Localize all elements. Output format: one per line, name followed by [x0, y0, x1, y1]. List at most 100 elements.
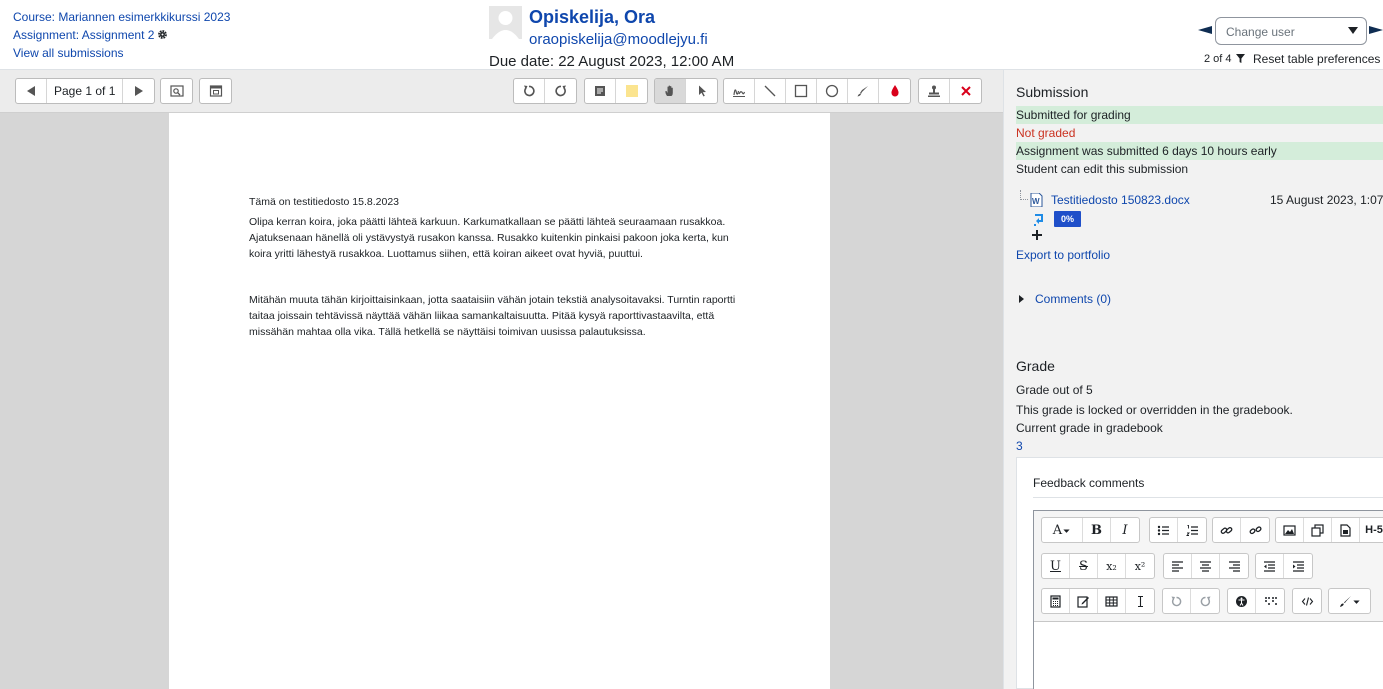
image-icon — [1283, 524, 1296, 536]
align-center-button[interactable] — [1192, 554, 1220, 578]
comment-button[interactable] — [585, 79, 616, 103]
search-comments-icon — [169, 85, 184, 97]
calculator-icon — [1050, 594, 1061, 608]
italic-button[interactable]: I — [1111, 518, 1139, 542]
tree-connector — [1020, 190, 1028, 200]
h5p-button[interactable]: H-5 — [1360, 518, 1383, 542]
comment-group — [584, 78, 648, 104]
numbered-list-button[interactable] — [1178, 518, 1206, 542]
change-user-select[interactable]: Change user — [1215, 17, 1367, 45]
assignment-link-label: Assignment: Assignment 2 — [13, 28, 155, 42]
previous-user-icon[interactable] — [1198, 26, 1212, 34]
undo-button[interactable] — [1163, 589, 1191, 613]
next-user-icon[interactable] — [1369, 26, 1383, 34]
clear-formatting-button[interactable] — [1126, 589, 1154, 613]
comment-color-button[interactable] — [616, 79, 647, 103]
bulleted-list-button[interactable] — [1150, 518, 1178, 542]
html-source-button[interactable] — [1293, 589, 1321, 613]
redo-button[interactable] — [1191, 589, 1219, 613]
manage-files-button[interactable] — [1332, 518, 1360, 542]
document-text: Tämä on testitiedosto 15.8.2023 Olipa ke… — [249, 194, 754, 370]
screen-reader-helper-button[interactable] — [1256, 589, 1284, 613]
reset-table-preferences-link[interactable]: Reset table preferences — [1253, 52, 1380, 66]
align-left-button[interactable] — [1164, 554, 1192, 578]
font-style-label: A — [1052, 522, 1063, 538]
table-icon — [1105, 595, 1118, 607]
pen-icon — [733, 89, 746, 97]
similarity-badge[interactable]: 0% — [1054, 211, 1081, 227]
subscript-button[interactable]: x₂ — [1098, 554, 1126, 578]
previous-page-button[interactable] — [16, 79, 47, 103]
word-document-icon: W — [1030, 193, 1043, 207]
view-all-submissions-link[interactable]: View all submissions — [13, 44, 230, 62]
strikethrough-button[interactable]: S — [1070, 554, 1098, 578]
feedback-comments-label: Feedback comments — [1033, 476, 1145, 490]
submission-file-link[interactable]: Testitiedosto 150823.docx — [1051, 193, 1190, 207]
user-avatar-icon — [489, 6, 522, 39]
link-group — [1212, 517, 1270, 543]
comments-toggle[interactable]: Comments (0) — [1019, 292, 1111, 306]
indent-icon — [1292, 560, 1304, 572]
outdent-button[interactable] — [1256, 554, 1284, 578]
assignment-link[interactable]: Assignment: Assignment 2 — [13, 26, 230, 44]
oval-button[interactable] — [817, 79, 848, 103]
bold-button[interactable]: B — [1083, 518, 1111, 542]
undo-icon — [1171, 596, 1182, 606]
select-button[interactable] — [686, 79, 717, 103]
document-page[interactable]: Tämä on testitiedosto 15.8.2023 Olipa ke… — [169, 113, 830, 689]
table-button[interactable] — [1098, 589, 1126, 613]
unlink-button[interactable] — [1241, 518, 1269, 542]
font-style-button[interactable]: A — [1042, 518, 1083, 542]
edit-status: Student can edit this submission — [1016, 162, 1189, 176]
format-painter-button[interactable] — [1329, 589, 1370, 613]
indent-button[interactable] — [1284, 554, 1312, 578]
edit-button[interactable] — [1070, 589, 1098, 613]
braille-icon — [1264, 596, 1277, 605]
plus-icon[interactable] — [1031, 229, 1043, 241]
feedback-editor-content[interactable] — [1034, 622, 1383, 689]
pen-button[interactable] — [724, 79, 755, 103]
grading-panel: Submission Submitted for grading Not gra… — [1003, 70, 1383, 689]
export-to-portfolio-link[interactable]: Export to portfolio — [1016, 248, 1110, 262]
user-email[interactable]: oraopiskelija@moodlejyu.fi — [529, 31, 708, 48]
next-page-button[interactable] — [123, 79, 154, 103]
search-comments-button[interactable] — [161, 79, 192, 103]
text-cursor-icon — [1137, 595, 1143, 607]
caret-down-icon — [1352, 599, 1360, 604]
delete-button[interactable] — [950, 79, 981, 103]
stamp-button[interactable] — [919, 79, 950, 103]
avatar[interactable] — [489, 6, 522, 39]
current-grade-value[interactable]: 3 — [1016, 439, 1023, 453]
page-label[interactable]: Page 1 of 1 — [47, 79, 124, 103]
grading-status: Not graded — [1016, 126, 1076, 140]
rotate-left-button[interactable] — [514, 79, 545, 103]
gear-icon[interactable] — [157, 29, 168, 40]
link-button[interactable] — [1213, 518, 1241, 542]
highlighter-icon — [857, 86, 868, 97]
expand-comments-button[interactable] — [200, 79, 231, 103]
underline-button[interactable]: U — [1042, 554, 1070, 578]
pan-button[interactable] — [655, 79, 686, 103]
link-icon — [1220, 526, 1233, 534]
filter-icon[interactable] — [1235, 54, 1245, 63]
align-right-button[interactable] — [1220, 554, 1248, 578]
text-format-group: U S x₂ x² — [1041, 553, 1155, 579]
rotate-right-button[interactable] — [545, 79, 576, 103]
user-count[interactable]: 2 of 4 — [1204, 53, 1245, 65]
highlight-button[interactable] — [848, 79, 879, 103]
rectangle-button[interactable] — [786, 79, 817, 103]
triangle-left-icon — [27, 86, 35, 96]
feedback-card: Feedback comments A B I H-5 U S x₂ x² — [1016, 457, 1383, 689]
insert-image-button[interactable] — [1276, 518, 1304, 542]
annotation-color-button[interactable] — [879, 79, 910, 103]
accessibility-checker-button[interactable] — [1228, 589, 1256, 613]
course-link[interactable]: Course: Mariannen esimerkkikurssi 2023 — [13, 8, 230, 26]
superscript-button[interactable]: x² — [1126, 554, 1154, 578]
insert-media-button[interactable] — [1304, 518, 1332, 542]
similarity-report-icon[interactable] — [1033, 213, 1045, 227]
user-name[interactable]: Opiskelija, Ora — [529, 7, 655, 28]
align-group — [1163, 553, 1249, 579]
file-icon — [1340, 523, 1351, 537]
line-button[interactable] — [755, 79, 786, 103]
equation-button[interactable] — [1042, 589, 1070, 613]
